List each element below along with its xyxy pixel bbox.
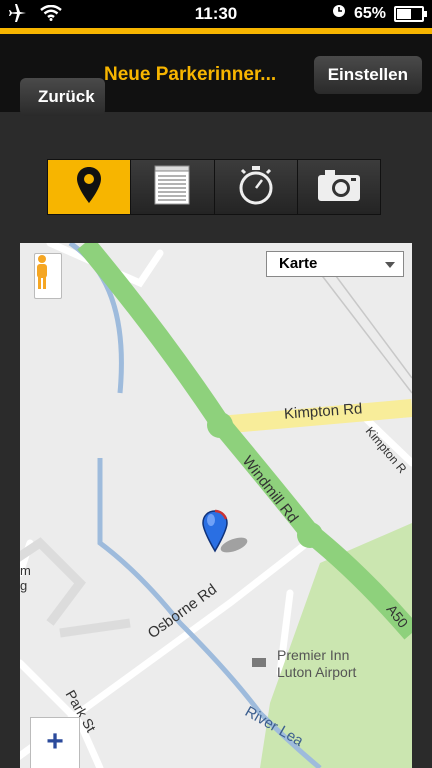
navigation-bar: Zurück Neue Parkerinner... Einstellen <box>0 28 432 116</box>
map-canvas <box>20 243 412 768</box>
mode-segmented-control <box>47 159 381 215</box>
label-premier-inn: Premier Inn <box>277 647 350 663</box>
back-button-label[interactable]: Zurück <box>20 78 105 116</box>
map-type-select[interactable]: Karte <box>266 251 404 277</box>
segment-timer[interactable] <box>214 160 298 214</box>
notepad-icon <box>154 165 190 210</box>
zoom-in-button[interactable]: + <box>30 717 80 768</box>
back-button[interactable]: Zurück <box>10 56 105 116</box>
segment-photo[interactable] <box>297 160 380 214</box>
label-luton-airport: Luton Airport <box>277 664 357 680</box>
camera-icon <box>317 168 361 207</box>
battery-percent: 65% <box>353 4 386 22</box>
location-pin-icon <box>76 166 102 209</box>
segment-location[interactable] <box>48 160 132 214</box>
chevron-down-icon <box>385 262 395 268</box>
map-view[interactable]: Kimpton Rd Kimpton R Windmill Rd A50 Osb… <box>20 243 412 768</box>
label-edge-g: g <box>20 578 28 593</box>
page-title: Neue Parkerinner... <box>104 64 277 85</box>
clock-icon <box>332 4 346 23</box>
label-edge-m: m <box>20 563 31 578</box>
map-type-value: Karte <box>279 255 318 272</box>
stopwatch-icon <box>238 165 274 210</box>
street-view-pegman-button[interactable] <box>34 253 62 299</box>
battery-icon <box>394 5 427 22</box>
segment-notes[interactable] <box>131 160 215 214</box>
settings-button[interactable]: Einstellen <box>313 56 422 94</box>
status-bar: 11:30 65% <box>0 0 432 28</box>
